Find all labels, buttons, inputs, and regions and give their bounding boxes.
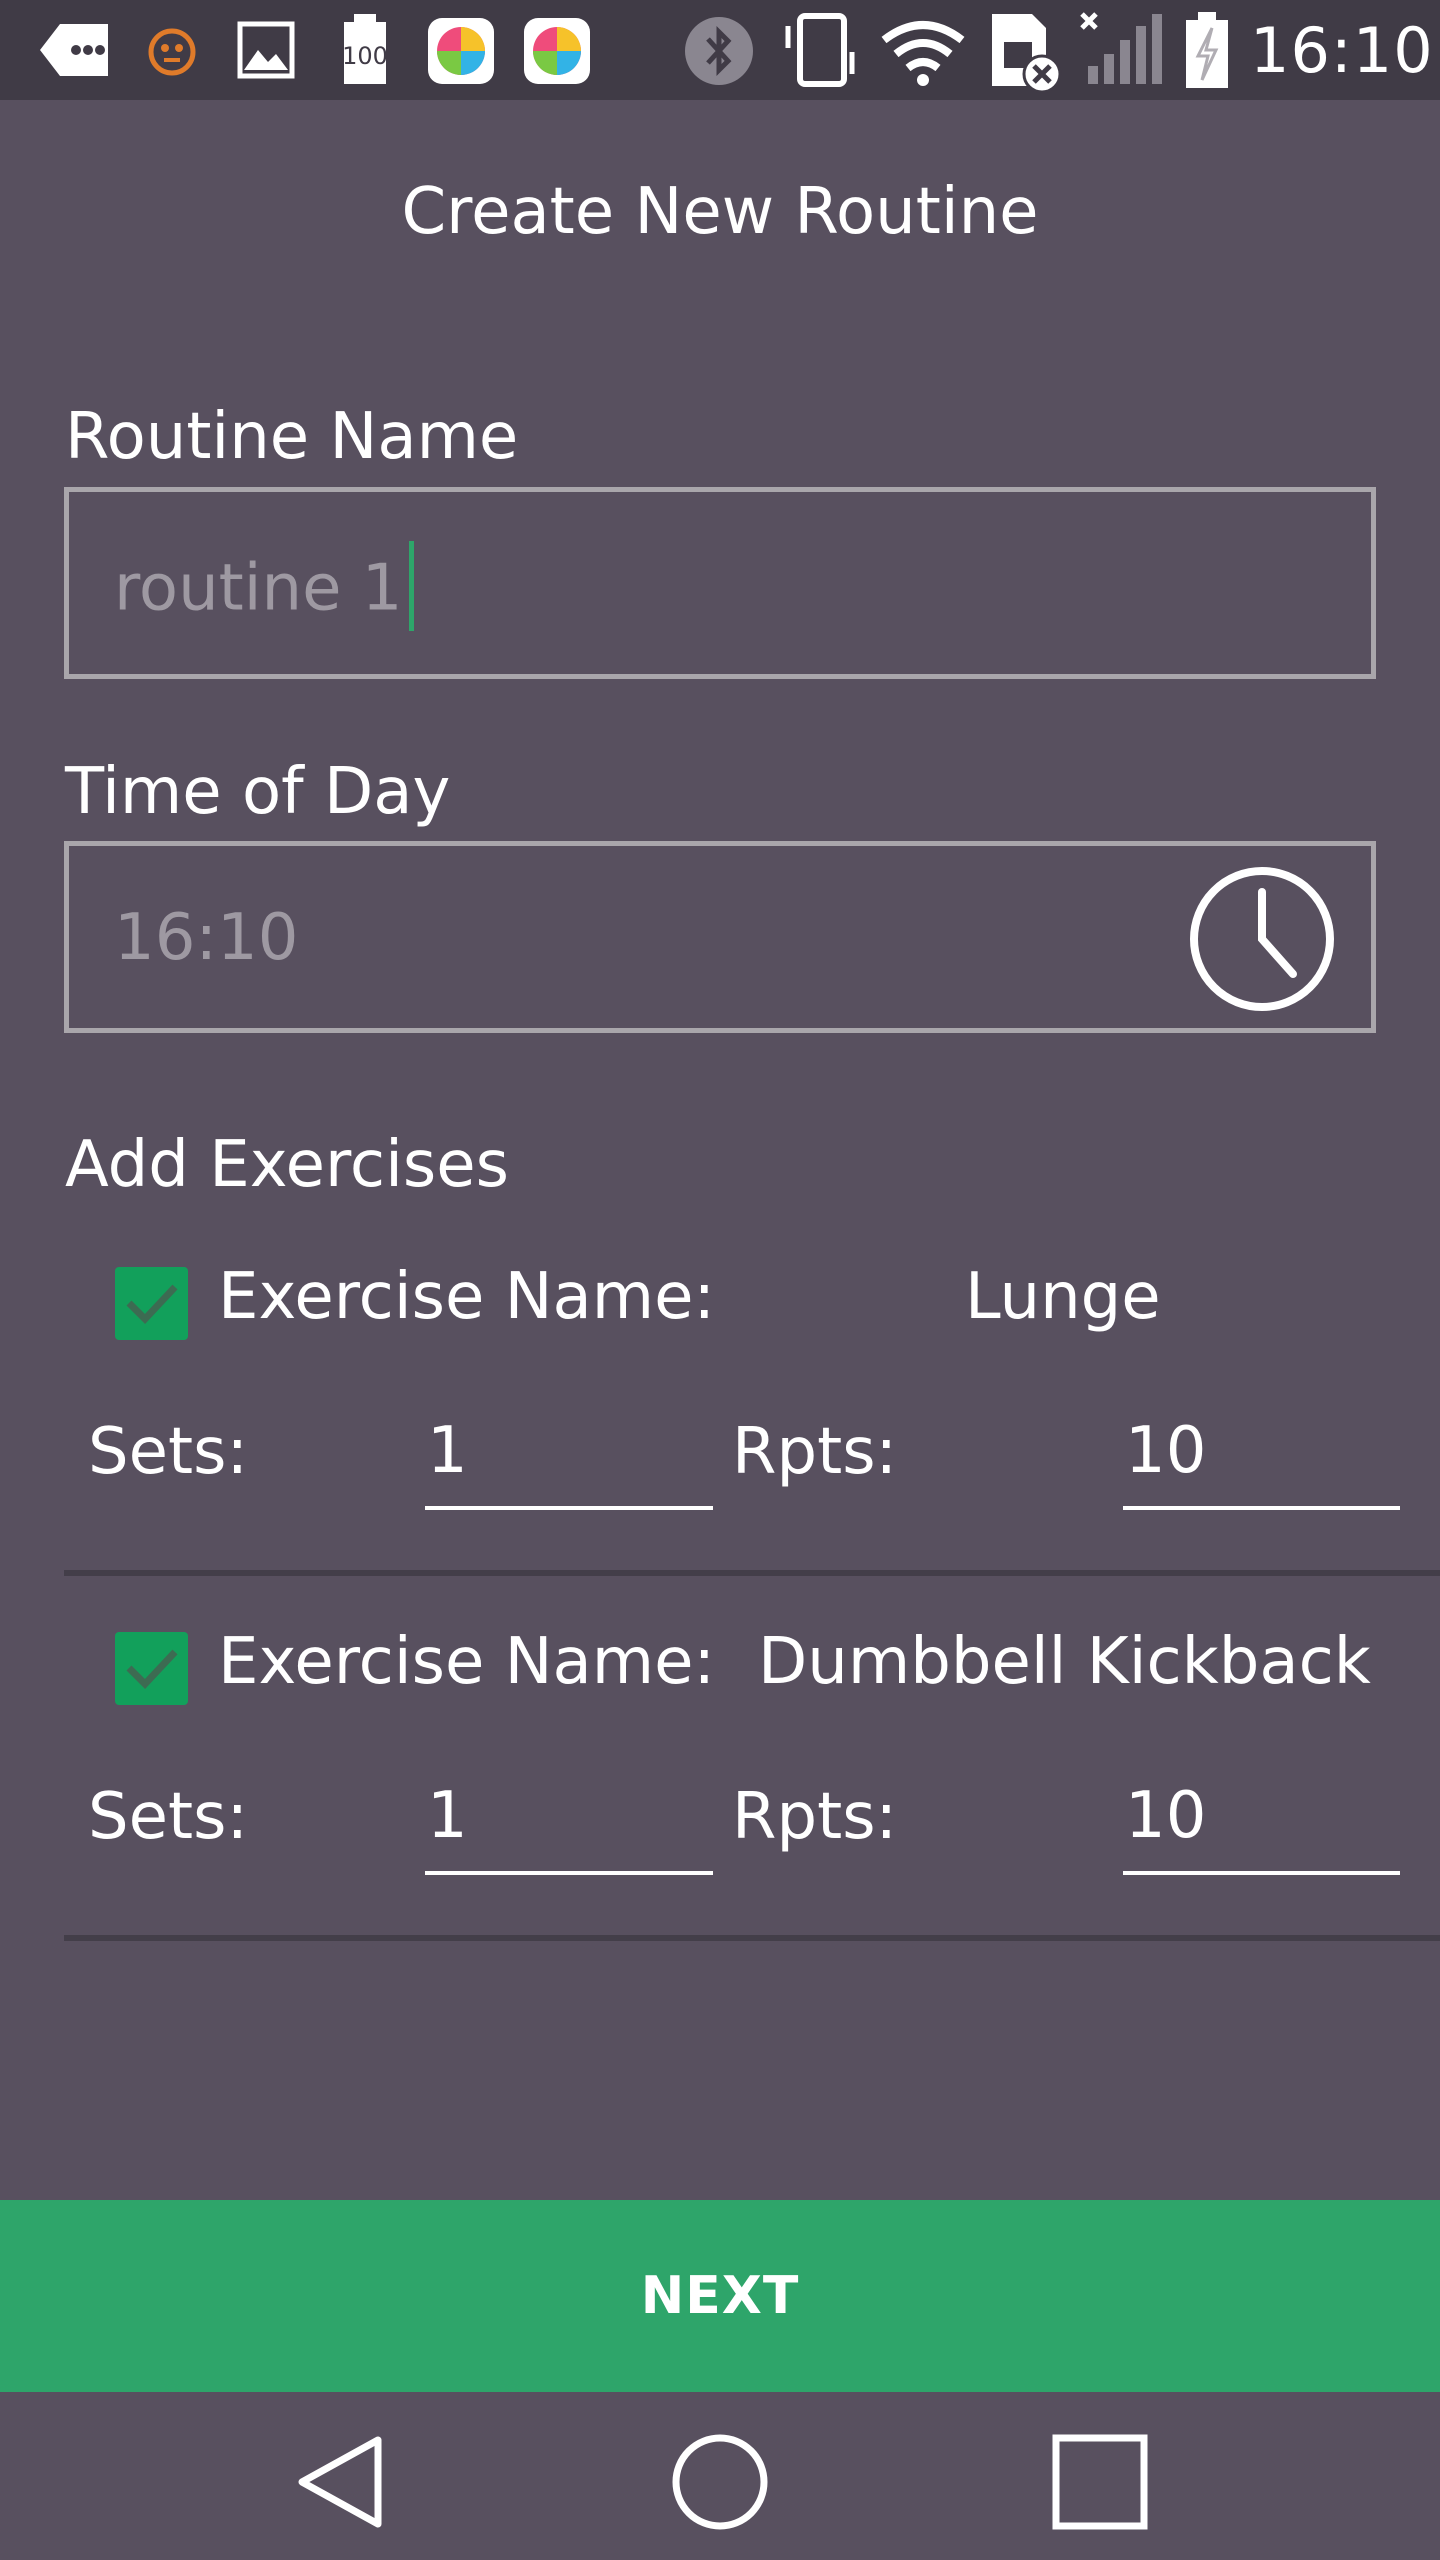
svg-text:100: 100 xyxy=(342,42,388,70)
checkmark-icon xyxy=(126,1649,178,1690)
add-exercises-label: Add Exercises xyxy=(65,1128,509,1202)
image-icon xyxy=(237,21,295,79)
time-of-day-input[interactable]: 16:10 xyxy=(64,841,1376,1033)
exercise-checkbox[interactable] xyxy=(115,1267,188,1340)
checkmark-icon xyxy=(126,1284,178,1325)
exercise-checkbox[interactable] xyxy=(115,1632,188,1705)
routine-name-value: routine 1 xyxy=(114,541,414,637)
sets-input[interactable]: 1 xyxy=(425,1410,713,1510)
vibrate-icon xyxy=(785,13,855,87)
status-bar: 100 16:10 xyxy=(0,0,1440,100)
status-time: 16:10 xyxy=(1250,14,1434,87)
face-icon xyxy=(148,28,196,76)
exercise-divider xyxy=(64,1570,1440,1576)
home-circle-icon[interactable] xyxy=(670,2432,770,2532)
exercise-name: Dumbbell Kickback xyxy=(758,1625,1371,1699)
colorful-app-icon xyxy=(428,18,494,84)
sets-label: Sets: xyxy=(88,1780,248,1854)
reps-label: Rpts: xyxy=(732,1415,898,1489)
exercise-name: Lunge xyxy=(965,1260,1161,1334)
signal-icon xyxy=(1080,12,1162,84)
reps-input[interactable]: 10 xyxy=(1123,1410,1400,1510)
battery-charging-icon xyxy=(1186,12,1228,88)
next-button[interactable]: NEXT xyxy=(0,2200,1440,2392)
text-cursor xyxy=(408,541,414,631)
exercise-name-label: Exercise Name: xyxy=(218,1260,716,1334)
navigation-bar xyxy=(0,2392,1440,2560)
time-of-day-label: Time of Day xyxy=(65,755,451,829)
routine-name-input[interactable]: routine 1 xyxy=(64,487,1376,679)
time-of-day-value: 16:10 xyxy=(114,901,299,975)
reps-label: Rpts: xyxy=(732,1780,898,1854)
sets-input[interactable]: 1 xyxy=(425,1775,713,1875)
routine-name-label: Routine Name xyxy=(65,400,519,474)
wifi-icon xyxy=(881,21,965,86)
sim-error-icon xyxy=(992,14,1062,94)
back-triangle-icon[interactable] xyxy=(290,2432,390,2532)
battery-100-icon: 100 xyxy=(342,14,388,84)
sets-label: Sets: xyxy=(88,1415,248,1489)
reps-input[interactable]: 10 xyxy=(1123,1775,1400,1875)
exercise-divider xyxy=(64,1935,1440,1941)
clock-icon[interactable] xyxy=(1187,864,1337,1014)
bluetooth-icon xyxy=(685,17,753,85)
page-title: Create New Routine xyxy=(401,175,1039,249)
back-arrow-icon xyxy=(40,24,108,76)
colorful-app-icon xyxy=(524,18,590,84)
recents-square-icon[interactable] xyxy=(1050,2432,1150,2532)
exercise-name-label: Exercise Name: xyxy=(218,1625,716,1699)
